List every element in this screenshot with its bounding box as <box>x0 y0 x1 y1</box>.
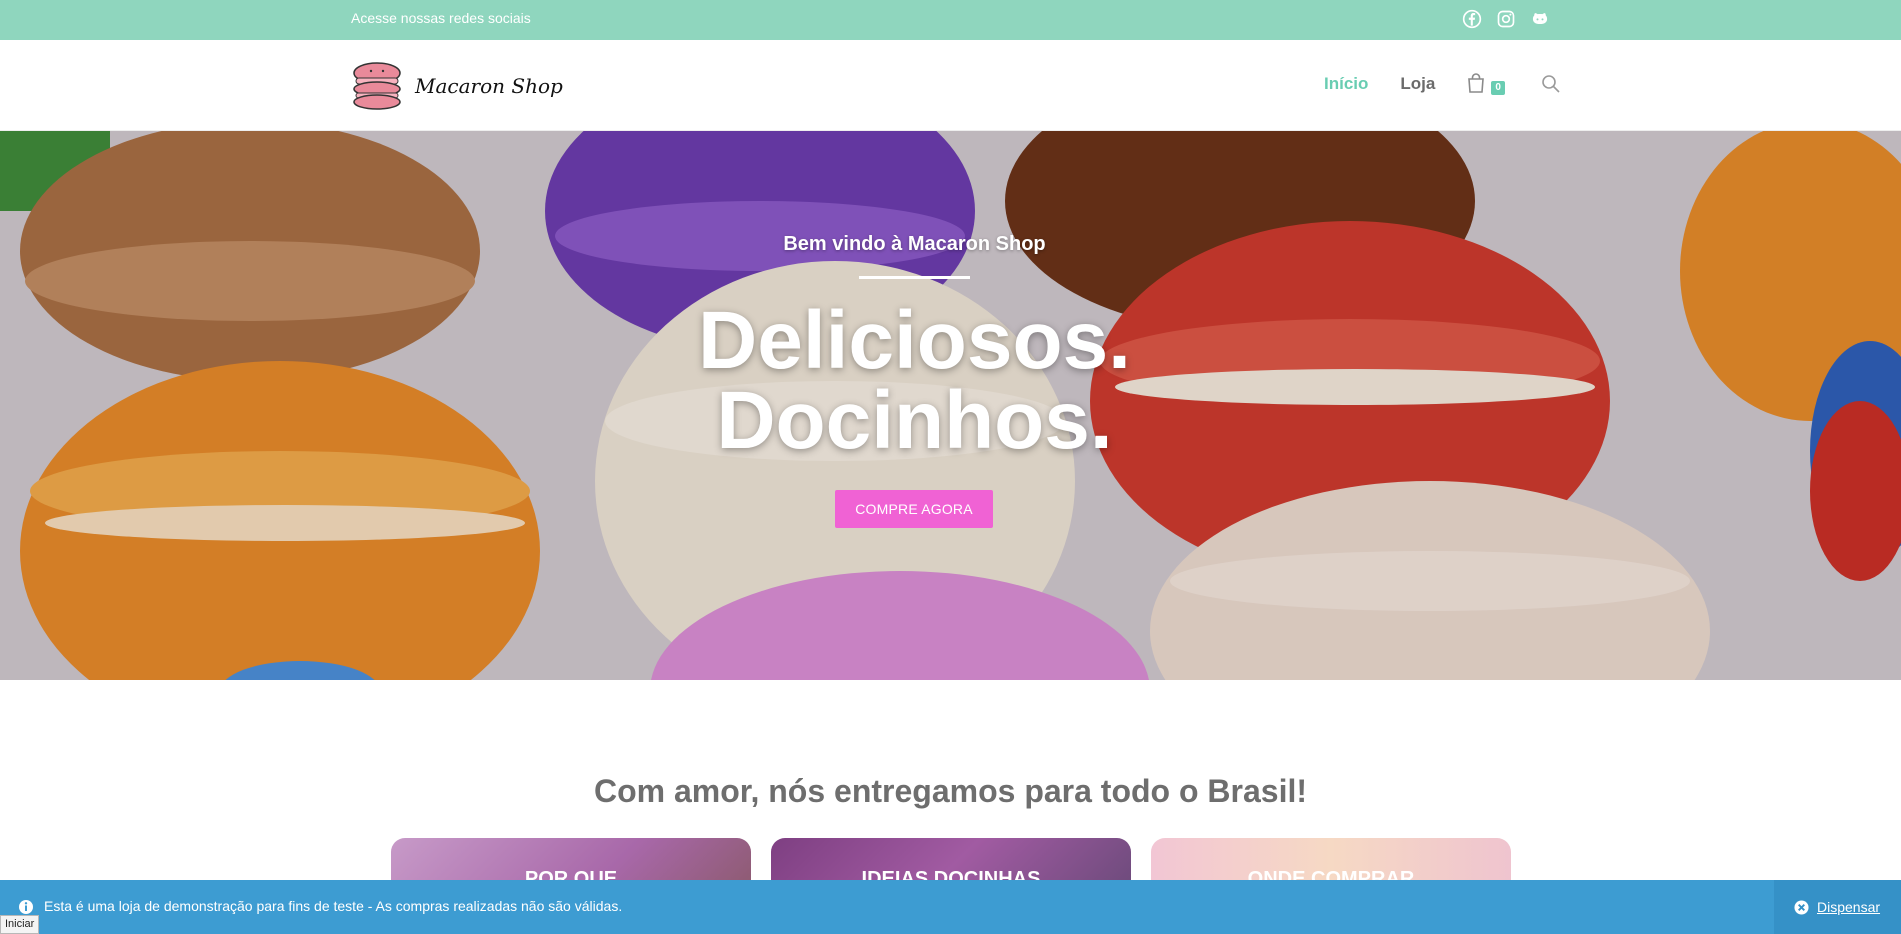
hero-banner: Bem vindo à Macaron Shop Deliciosos. Doc… <box>0 131 1901 680</box>
hero-title-line-1: Deliciosos. <box>698 295 1131 386</box>
dismiss-button[interactable]: Dispensar <box>1774 880 1901 934</box>
shop-now-button[interactable]: COMPRE AGORA <box>835 490 993 528</box>
social-links <box>1461 8 1551 30</box>
social-text: Acesse nossas redes sociais <box>351 10 531 26</box>
hero-divider <box>859 276 970 279</box>
demo-store-notice: Esta é uma loja de demonstração para fin… <box>0 880 1901 934</box>
status-tooltip: Iniciar <box>0 915 40 934</box>
github-icon[interactable] <box>1529 8 1551 30</box>
hero-title-line-2: Docinhos. <box>716 375 1113 466</box>
site-header: Macaron Shop Início Loja 0 <box>0 40 1901 131</box>
dismiss-link[interactable]: Dispensar <box>1817 899 1880 915</box>
nav-inicio[interactable]: Início <box>1324 74 1368 94</box>
search-icon[interactable] <box>1541 74 1561 94</box>
cart-button[interactable]: 0 <box>1467 72 1511 96</box>
main-nav: Início Loja 0 <box>1324 72 1561 96</box>
facebook-icon[interactable] <box>1461 8 1483 30</box>
info-icon <box>19 900 33 914</box>
nav-loja[interactable]: Loja <box>1400 74 1435 94</box>
top-bar: Acesse nossas redes sociais <box>0 0 1901 40</box>
section-title: Com amor, nós entregamos para todo o Bra… <box>593 773 1308 809</box>
cart-count-badge: 0 <box>1491 81 1505 95</box>
site-logo[interactable]: Macaron Shop <box>351 62 563 110</box>
hero-title: Deliciosos. Docinhos. <box>0 295 1829 466</box>
close-circle-icon <box>1794 899 1809 915</box>
instagram-icon[interactable] <box>1495 8 1517 30</box>
hero-subtitle: Bem vindo à Macaron Shop <box>783 233 1046 255</box>
logo-text: Macaron Shop <box>415 74 563 98</box>
demo-notice-text: Esta é uma loja de demonstração para fin… <box>44 898 623 914</box>
macaron-logo-icon <box>353 62 401 110</box>
shopping-bag-icon <box>1468 73 1485 93</box>
